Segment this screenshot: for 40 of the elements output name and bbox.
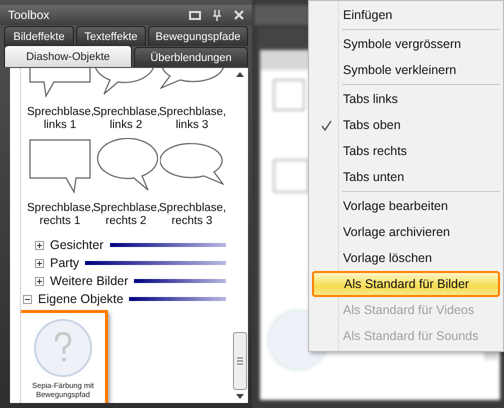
group-label[interactable]: Weitere Bilder <box>50 274 128 288</box>
item-caption[interactable]: Sprechblase, rechts 3 <box>159 202 225 228</box>
expand-icon[interactable] <box>35 240 44 250</box>
menu-item[interactable]: Tabs unten <box>312 164 500 190</box>
menu-item[interactable]: Symbole verkleinern <box>312 57 500 83</box>
tab[interactable]: Diashow-Objekte <box>4 45 132 67</box>
panel-title: Toolbox <box>8 8 50 22</box>
expand-icon[interactable] <box>35 258 44 268</box>
check-icon <box>321 120 332 131</box>
scroll-thumb[interactable] <box>233 332 247 390</box>
tab[interactable]: Überblendungen <box>134 47 248 67</box>
tab[interactable]: Bewegungspfade <box>148 26 248 46</box>
scroll-up-icon[interactable] <box>236 72 244 77</box>
menu-item[interactable]: Tabs links <box>312 86 500 112</box>
menu-item[interactable]: Als Standard für Bilder <box>312 271 500 297</box>
item-caption[interactable]: Sprechblase, links 1 <box>27 106 93 132</box>
menu-item[interactable]: Vorlage bearbeiten <box>312 193 500 219</box>
tab[interactable]: Texteffekte <box>76 26 146 46</box>
group-label[interactable]: Party <box>50 256 80 270</box>
item-caption[interactable]: Sprechblase, rechts 1 <box>27 202 93 228</box>
menu-item[interactable]: Vorlage archivieren <box>312 219 500 245</box>
close-icon[interactable] <box>232 8 246 22</box>
question-icon <box>33 318 93 378</box>
group-label[interactable]: Gesichter <box>50 238 104 252</box>
item-caption[interactable]: Sprechblase, links 2 <box>93 106 159 132</box>
pin-icon[interactable] <box>210 8 224 22</box>
item-caption[interactable]: Sprechblase, links 3 <box>159 106 225 132</box>
item-caption[interactable]: Sprechblase, rechts 2 <box>93 202 159 228</box>
window-icon[interactable] <box>188 8 202 22</box>
group-label[interactable]: Eigene Objekte <box>38 292 124 306</box>
expand-icon[interactable] <box>35 276 44 286</box>
menu-item[interactable]: Tabs oben <box>312 112 500 138</box>
menu-item[interactable]: Symbole vergrössern <box>312 31 500 57</box>
collapse-icon[interactable] <box>23 294 32 304</box>
menu-item[interactable]: Vorlage löschen <box>312 245 500 271</box>
menu-item[interactable]: Tabs rechts <box>312 138 500 164</box>
speech-bubble-icon <box>28 138 92 194</box>
tab[interactable]: Bildeffekte <box>4 26 74 46</box>
scroll-down-icon[interactable] <box>236 394 244 399</box>
menu-item[interactable]: Einfügen <box>312 2 500 28</box>
